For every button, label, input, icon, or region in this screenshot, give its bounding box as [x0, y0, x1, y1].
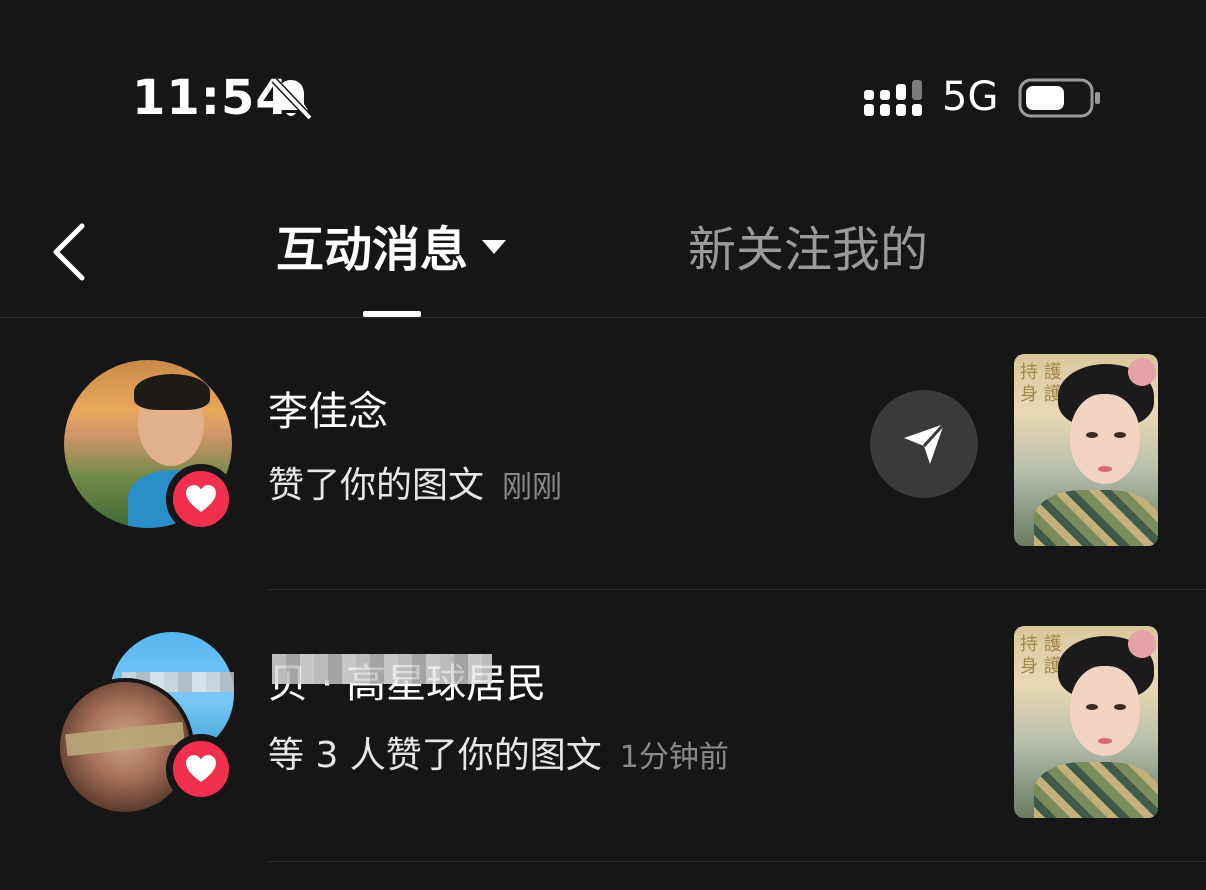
notification-row[interactable]: 李佳念 赞了你的图文 刚刚 持 護身 護 — [0, 318, 1206, 590]
battery-icon — [1018, 78, 1100, 118]
send-icon — [904, 422, 946, 464]
network-type: 5G — [942, 74, 999, 120]
heart-icon — [186, 755, 216, 782]
tab-new-followers[interactable]: 新关注我的 — [688, 222, 928, 278]
send-button[interactable] — [870, 390, 978, 498]
tab-dropdown-caret-icon[interactable] — [482, 240, 506, 254]
tab-interactions[interactable]: 互动消息 — [276, 222, 468, 278]
user-name[interactable]: 李佳念 — [268, 388, 388, 436]
status-time: 11:54 — [132, 70, 290, 126]
bell-muted-icon — [271, 77, 313, 121]
row-divider — [268, 861, 1206, 862]
notification-text: 等 3 人赞了你的图文 1分钟前 — [268, 734, 729, 780]
heart-badge — [166, 734, 236, 804]
heart-badge — [166, 464, 236, 534]
post-thumbnail[interactable]: 持 護身 護 — [1014, 626, 1158, 818]
notification-text: 赞了你的图文 刚刚 — [268, 464, 562, 510]
timestamp: 1分钟前 — [619, 740, 729, 775]
pixelated-overlay — [272, 654, 492, 684]
heart-icon — [186, 485, 216, 512]
post-thumbnail[interactable]: 持 護身 護 — [1014, 354, 1158, 546]
action-text: 赞了你的图文 — [268, 465, 485, 506]
timestamp: 刚刚 — [502, 470, 563, 505]
signal-icon — [864, 80, 922, 116]
notification-row[interactable]: 贝 · 高星球居民 等 3 人赞了你的图文 1分钟前 持 護身 護 — [0, 590, 1206, 862]
action-text: 等 3 人赞了你的图文 — [268, 735, 602, 776]
back-chevron-icon[interactable] — [48, 220, 92, 284]
notifications-screen: 11:54 5G 互动消息 新关注我的 李佳念 赞了你的图文 刚刚 持 護 身 … — [0, 0, 1206, 890]
